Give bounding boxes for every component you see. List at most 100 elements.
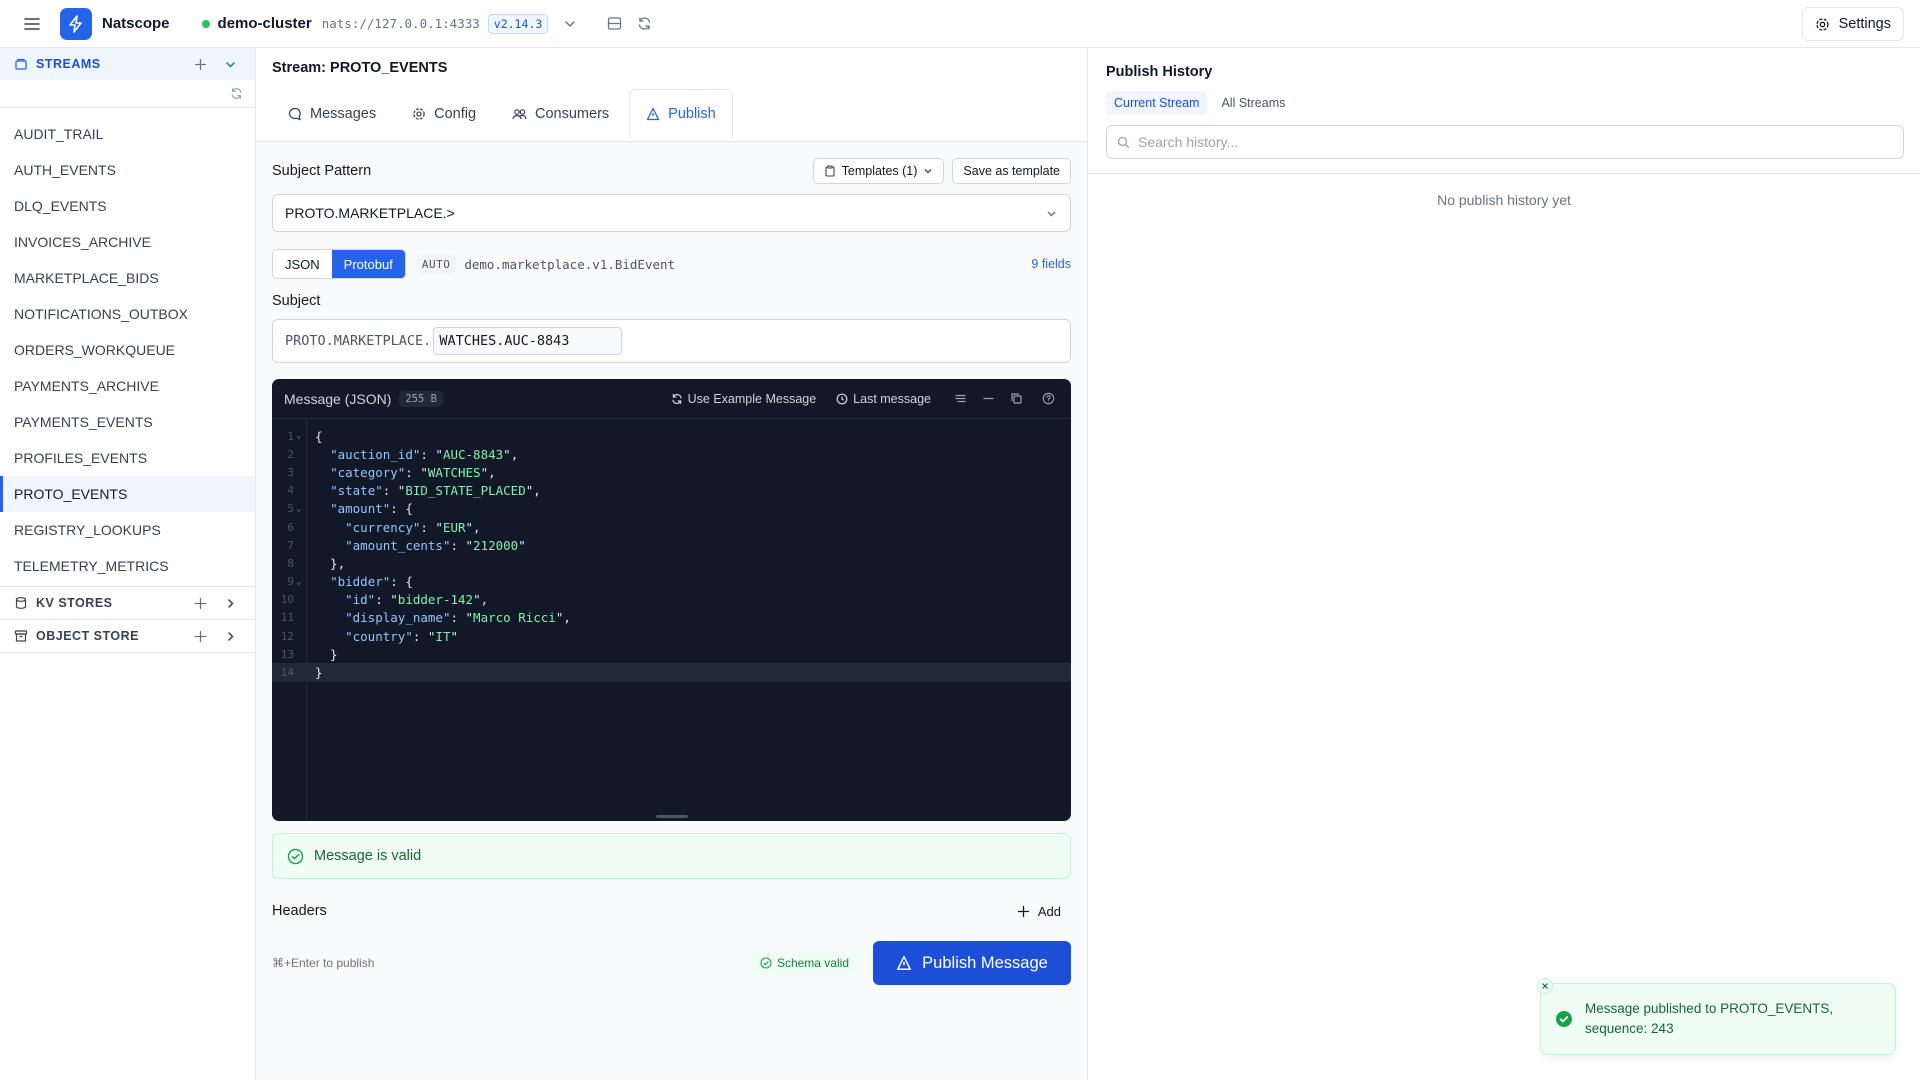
chevron-down-icon bbox=[1045, 207, 1058, 220]
validation-message: Message is valid bbox=[272, 833, 1071, 879]
tab-label: Publish bbox=[668, 106, 716, 122]
stream-header: Stream: PROTO_EVENTS Messages Config Con… bbox=[256, 48, 1087, 142]
gear-icon bbox=[1815, 17, 1830, 32]
format-protobuf-button[interactable]: Protobuf bbox=[331, 250, 405, 278]
tab-all-streams[interactable]: All Streams bbox=[1213, 91, 1293, 115]
check-circle-icon bbox=[1555, 1010, 1573, 1028]
clipboard-icon bbox=[824, 165, 836, 177]
subject-pattern-label: Subject Pattern bbox=[272, 163, 372, 179]
sidebar-item-stream[interactable]: PAYMENTS_ARCHIVE bbox=[0, 368, 255, 404]
headers-row: Headers Add bbox=[272, 899, 1071, 923]
proto-type-name: demo.marketplace.v1.BidEvent bbox=[464, 256, 676, 272]
code-line: 12 "country": "IT" bbox=[280, 628, 459, 644]
database-icon bbox=[14, 57, 28, 71]
tab-messages[interactable]: Messages bbox=[272, 89, 392, 139]
history-tabs: Current Stream All Streams bbox=[1106, 91, 1904, 115]
add-stream-plus-icon[interactable] bbox=[189, 53, 211, 75]
streams-section-label: STREAMS bbox=[36, 57, 101, 71]
expand-chevron-right-icon[interactable] bbox=[219, 592, 241, 614]
page-title: Stream: PROTO_EVENTS bbox=[272, 60, 448, 76]
gear-icon bbox=[412, 107, 426, 121]
refresh-icon bbox=[671, 393, 683, 405]
format-json-button[interactable]: JSON bbox=[273, 250, 332, 278]
code-line: 2 "auction_id": "AUC-8843", bbox=[287, 446, 519, 462]
tab-config[interactable]: Config bbox=[396, 89, 492, 139]
menu-icon[interactable] bbox=[16, 8, 48, 40]
code-line: 8 }, bbox=[287, 555, 346, 571]
database-icon bbox=[14, 596, 28, 610]
toast-text: Message published to PROTO_EVENTS, seque… bbox=[1585, 1001, 1834, 1036]
object-store-section-header[interactable]: OBJECT STORE bbox=[0, 620, 255, 652]
format-icon[interactable] bbox=[949, 388, 971, 410]
last-message-label: Last message bbox=[853, 391, 931, 406]
save-template-button[interactable]: Save as template bbox=[952, 158, 1071, 184]
publish-form: Subject Pattern Templates (1) Save as te… bbox=[256, 142, 1087, 1001]
streams-section-header[interactable]: STREAMS bbox=[0, 48, 255, 80]
minimize-icon[interactable] bbox=[977, 388, 999, 410]
sidebar-item-stream[interactable]: ORDERS_WORKQUEUE bbox=[0, 332, 255, 368]
settings-button[interactable]: Settings bbox=[1801, 7, 1904, 41]
close-icon[interactable] bbox=[1537, 978, 1553, 994]
code-area[interactable]: 1 ⌄{ 2 "auction_id": "AUC-8843", 3 "categ… bbox=[272, 419, 1071, 821]
sidebar: STREAMS AUDIT_TRAIL AUTH_EVENTS DLQ_EVENTS… bbox=[0, 48, 256, 1080]
refresh-streams-icon[interactable] bbox=[230, 87, 243, 100]
tab-current-stream[interactable]: Current Stream bbox=[1106, 91, 1208, 115]
tab-consumers[interactable]: Consumers bbox=[496, 89, 625, 139]
subject-pattern-select[interactable]: PROTO.MARKETPLACE.> bbox=[272, 194, 1071, 232]
publish-message-button[interactable]: Publish Message bbox=[873, 941, 1071, 985]
fields-link[interactable]: 9 fields bbox=[1031, 257, 1071, 271]
code-line: 5 ⌄ "amount": { bbox=[287, 501, 413, 517]
add-kv-plus-icon[interactable] bbox=[189, 592, 211, 614]
code-line: 10 "id": "bidder-142", bbox=[280, 592, 489, 608]
sidebar-item-stream[interactable]: DLQ_EVENTS bbox=[0, 188, 255, 224]
layout-icon[interactable] bbox=[600, 10, 628, 38]
sidebar-item-stream[interactable]: AUDIT_TRAIL bbox=[0, 116, 255, 152]
code-line: 7 "amount_cents": "212000" bbox=[287, 537, 526, 553]
sidebar-item-stream[interactable]: PROTO_EVENTS bbox=[0, 476, 255, 512]
cluster-name[interactable]: demo-cluster bbox=[218, 15, 312, 32]
expand-chevron-right-icon[interactable] bbox=[219, 625, 241, 647]
sidebar-item-stream[interactable]: AUTH_EVENTS bbox=[0, 152, 255, 188]
sidebar-item-stream[interactable]: MARKETPLACE_BIDS bbox=[0, 260, 255, 296]
sidebar-item-stream[interactable]: PROFILES_EVENTS bbox=[0, 440, 255, 476]
copy-icon[interactable] bbox=[1005, 388, 1027, 410]
tab-label: Messages bbox=[310, 106, 377, 122]
add-object-plus-icon[interactable] bbox=[189, 625, 211, 647]
history-search-input[interactable]: Search history... bbox=[1106, 125, 1904, 159]
collapse-chevron-down-icon[interactable] bbox=[219, 53, 241, 75]
history-empty-state: No publish history yet bbox=[1437, 192, 1571, 208]
use-example-button[interactable]: Use Example Message bbox=[671, 392, 816, 406]
search-placeholder: Search history... bbox=[1138, 134, 1239, 150]
sidebar-item-stream[interactable]: REGISTRY_LOOKUPS bbox=[0, 512, 255, 548]
sidebar-item-stream[interactable]: NOTIFICATIONS_OUTBOX bbox=[0, 296, 255, 332]
refresh-icon[interactable] bbox=[630, 10, 658, 38]
last-message-button[interactable]: Last message bbox=[836, 392, 931, 406]
add-header-button[interactable]: Add bbox=[1017, 904, 1071, 919]
tab-publish[interactable]: Publish bbox=[629, 89, 733, 139]
code-line: 3 "category": "WATCHES", bbox=[287, 464, 496, 480]
top-bar: Natscope demo-cluster nats://127.0.0.1:4… bbox=[0, 0, 1920, 48]
send-icon bbox=[646, 107, 660, 121]
stream-list: AUDIT_TRAIL AUTH_EVENTS DLQ_EVENTS INVOICES… bbox=[0, 108, 255, 584]
cluster-url: nats://127.0.0.1:4333 bbox=[321, 16, 480, 31]
subject-field: PROTO.MARKETPLACE. WATCHES.AUC-8843 bbox=[272, 319, 1071, 363]
chevron-down-icon[interactable] bbox=[556, 10, 584, 38]
sidebar-item-stream[interactable]: TELEMETRY_METRICS bbox=[0, 548, 255, 584]
templates-button[interactable]: Templates (1) bbox=[812, 158, 945, 184]
format-row: JSON Protobuf AUTO demo.marketplace.v1.B… bbox=[272, 249, 1071, 279]
sidebar-item-stream[interactable]: INVOICES_ARCHIVE bbox=[0, 224, 255, 260]
code-line: 11 "display_name": "Marco Ricci", bbox=[280, 610, 571, 626]
subject-pattern-value: PROTO.MARKETPLACE.> bbox=[285, 205, 455, 221]
editor-toolbar: Message (JSON) 255 B Use Example Message… bbox=[272, 379, 1071, 419]
tab-label: Config bbox=[434, 106, 477, 122]
code-lines: 1 ⌄{ 2 "auction_id": "AUC-8843", 3 "categ… bbox=[272, 427, 1071, 682]
editor-resize-handle[interactable] bbox=[655, 815, 688, 818]
subject-suffix-input[interactable]: WATCHES.AUC-8843 bbox=[433, 327, 623, 355]
help-icon[interactable] bbox=[1037, 388, 1059, 410]
sidebar-item-stream[interactable]: PAYMENTS_EVENTS bbox=[0, 404, 255, 440]
subject-label: Subject bbox=[272, 293, 321, 309]
success-toast: Message published to PROTO_EVENTS, seque… bbox=[1537, 978, 1896, 1055]
kv-stores-section-header[interactable]: KV STORES bbox=[0, 587, 255, 619]
users-icon bbox=[512, 107, 527, 121]
subject-prefix: PROTO.MARKETPLACE. bbox=[285, 333, 432, 349]
